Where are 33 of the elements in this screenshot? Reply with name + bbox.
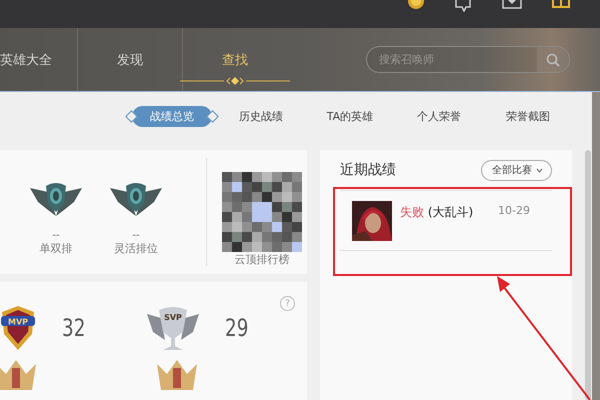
tab[interactable]: 历史战绩 [221,106,301,126]
download-icon[interactable] [502,0,522,10]
tab[interactable]: 个人荣誉 [399,106,479,126]
search-icon [546,52,560,66]
match-date: 10-29 [498,204,530,217]
nav-item[interactable]: 英雄大全 [0,50,52,68]
tab[interactable]: TA的英雄 [310,106,390,126]
badge-label: MVP [8,318,28,326]
tab[interactable]: 荣誉截图 [488,106,568,126]
card-title: 近期战绩 [340,161,396,179]
coin-icon[interactable] [408,0,424,11]
gift-icon[interactable] [552,0,570,9]
active-indicator-icon [180,77,290,85]
rank-emblem-icon [108,182,164,218]
search-field[interactable]: 搜索召唤师 [366,46,570,73]
badge-label: SVP [164,313,182,322]
honor-count: 29 [225,314,248,342]
match-result: 失败 (大乱斗) [400,204,474,221]
filter-dropdown[interactable]: 全部比赛 [481,160,552,180]
match-row[interactable]: 失败 (大乱斗) 10-29 [340,190,552,251]
rank-emblem-icon [28,182,84,218]
search-input[interactable]: 搜索召唤师 [367,52,537,66]
rank-value: -- [52,230,60,241]
rank-value: -- [132,230,140,241]
queue-label: 单双排 [40,241,72,256]
honor-count: 32 [62,314,86,342]
chat-icon[interactable] [454,0,472,12]
queue-label: 灵活排位 [114,241,158,256]
chevron-down-icon [536,168,543,172]
scrollbar[interactable] [585,150,591,400]
nav-item[interactable]: 查找 [222,50,248,68]
nav-item[interactable]: 发现 [117,50,143,68]
tft-label: 云顶排行榜 [234,252,290,266]
